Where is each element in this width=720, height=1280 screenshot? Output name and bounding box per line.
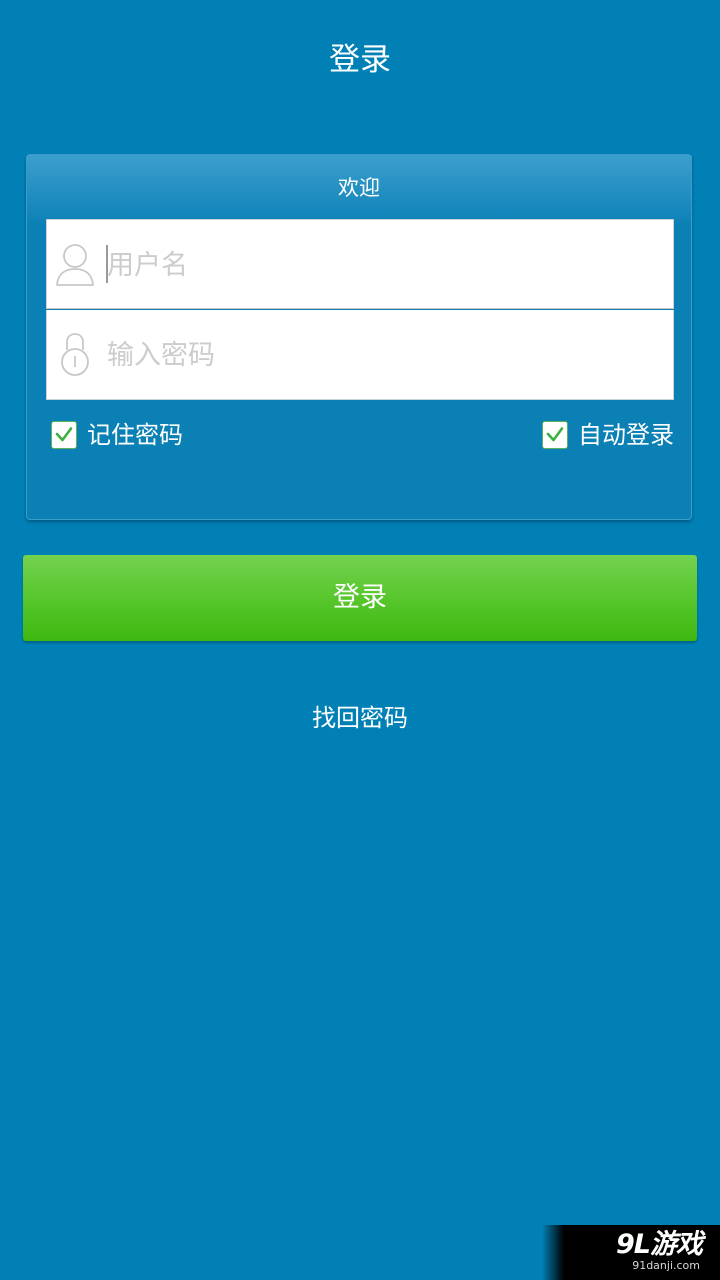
watermark-logo: 9L游戏: [616, 1229, 703, 1260]
watermark-url: 91danji.com: [632, 1259, 700, 1272]
password-field[interactable]: [46, 310, 674, 400]
user-icon: [55, 241, 95, 287]
remember-password-checkbox[interactable]: 记住密码: [51, 418, 183, 452]
watermark: 9L游戏 91danji.com: [542, 1225, 720, 1280]
page-title: 登录: [329, 42, 391, 78]
auto-login-checkbox[interactable]: 自动登录: [542, 418, 674, 452]
login-card: 欢迎 记住密码: [26, 154, 692, 520]
lock-icon: [55, 331, 95, 377]
password-input[interactable]: [105, 332, 647, 378]
username-field[interactable]: [46, 219, 674, 309]
forgot-password-link[interactable]: 找回密码: [0, 700, 720, 736]
checkbox-checked-icon[interactable]: [542, 421, 568, 449]
welcome-heading: 欢迎: [338, 176, 380, 200]
login-button[interactable]: 登录: [23, 555, 697, 641]
auto-login-label[interactable]: 自动登录: [578, 418, 674, 452]
checkbox-checked-icon[interactable]: [51, 421, 77, 449]
username-input[interactable]: [105, 242, 647, 288]
remember-password-label[interactable]: 记住密码: [87, 418, 183, 452]
